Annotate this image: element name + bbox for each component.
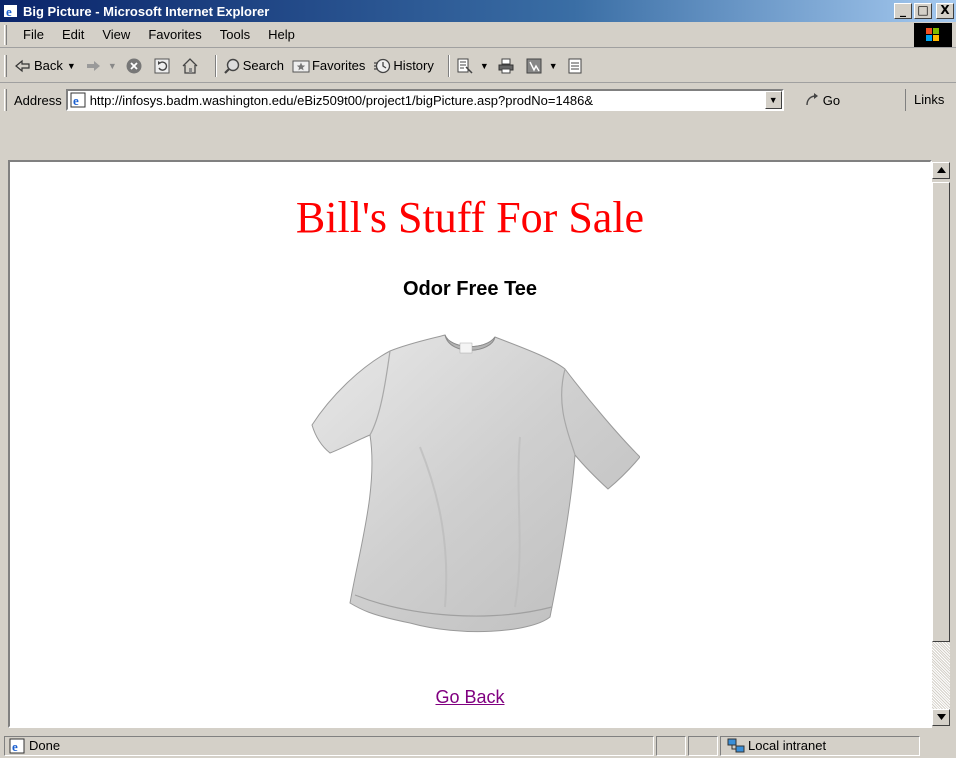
address-input[interactable]: e http://infosys.badm.washington.edu/eBi… xyxy=(65,89,784,111)
refresh-icon xyxy=(153,57,171,75)
toolbar-grip[interactable] xyxy=(4,55,7,77)
toolbar-grip[interactable] xyxy=(4,25,7,45)
back-label: Back xyxy=(34,58,63,73)
forward-arrow-icon xyxy=(84,57,102,75)
home-icon xyxy=(181,57,199,75)
title-bar: e Big Picture - Microsoft Internet Explo… xyxy=(0,0,956,22)
history-icon xyxy=(373,57,391,75)
scrollbar-track[interactable] xyxy=(932,642,950,709)
toolbar-grip[interactable] xyxy=(4,89,7,111)
arrow-down-icon xyxy=(937,714,946,720)
status-text: Done xyxy=(29,738,61,753)
site-title: Bill's Stuff For Sale xyxy=(295,193,645,242)
chevron-down-icon[interactable]: ▼ xyxy=(549,61,558,71)
history-label: History xyxy=(393,58,434,73)
printer-icon xyxy=(497,57,515,75)
menu-file[interactable]: File xyxy=(14,27,53,42)
scroll-down-button[interactable] xyxy=(932,709,950,726)
svg-text:e: e xyxy=(6,4,12,19)
standard-toolbar: Back ▼ ▼ Search Favorites History ▼ ▼ xyxy=(0,49,956,83)
refresh-button[interactable] xyxy=(153,57,173,75)
print-button[interactable] xyxy=(497,57,517,75)
scroll-up-button[interactable] xyxy=(932,162,950,179)
links-toolbar[interactable]: Links xyxy=(905,89,944,111)
address-dropdown-button[interactable]: ▼ xyxy=(764,91,782,109)
stop-icon xyxy=(125,57,143,75)
menu-edit[interactable]: Edit xyxy=(53,27,93,42)
ie-logo-icon: e xyxy=(3,3,19,19)
intranet-icon xyxy=(727,738,745,754)
forward-button[interactable]: ▼ xyxy=(84,57,117,75)
status-cell xyxy=(688,735,718,756)
go-arrow-icon xyxy=(804,92,820,108)
favorites-star-icon xyxy=(292,57,310,75)
back-button[interactable]: Back ▼ xyxy=(14,57,76,75)
page-content: Bill's Stuff For Sale Odor Free Tee Go B… xyxy=(8,160,932,728)
stop-button[interactable] xyxy=(125,57,145,75)
edit-page-icon xyxy=(525,57,543,75)
arrow-up-icon xyxy=(937,167,946,173)
security-zone: Local intranet xyxy=(720,735,920,756)
discuss-button[interactable] xyxy=(566,57,586,75)
toolbar-separator xyxy=(447,54,450,77)
menu-favorites[interactable]: Favorites xyxy=(139,27,210,42)
chevron-down-icon[interactable]: ▼ xyxy=(480,61,489,71)
vertical-scrollbar[interactable] xyxy=(932,160,950,728)
edit-button[interactable]: ▼ xyxy=(525,57,558,75)
mail-button[interactable]: ▼ xyxy=(456,57,489,75)
back-arrow-icon xyxy=(14,57,32,75)
go-label: Go xyxy=(822,92,841,108)
minimize-button[interactable]: _ xyxy=(894,3,912,19)
home-button[interactable] xyxy=(181,57,201,75)
menu-help[interactable]: Help xyxy=(259,27,304,42)
go-back-link[interactable]: Go Back xyxy=(10,687,930,708)
window-title: Big Picture - Microsoft Internet Explore… xyxy=(23,3,270,19)
favorites-label: Favorites xyxy=(311,58,366,73)
ie-page-icon: e xyxy=(70,92,86,108)
status-panel: e Done xyxy=(4,735,654,756)
zone-text: Local intranet xyxy=(748,738,827,753)
status-bar: e Done Local intranet xyxy=(0,733,956,758)
go-button[interactable]: Go xyxy=(804,92,840,108)
product-name: Odor Free Tee xyxy=(402,278,538,300)
address-url[interactable]: http://infosys.badm.washington.edu/eBiz5… xyxy=(90,93,765,108)
favorites-button[interactable]: Favorites xyxy=(292,57,365,75)
product-image xyxy=(300,327,641,647)
address-bar: Address e http://infosys.badm.washington… xyxy=(0,84,956,116)
search-button[interactable]: Search xyxy=(223,57,284,75)
address-label: Address xyxy=(14,92,62,108)
menu-tools[interactable]: Tools xyxy=(211,27,259,42)
document-icon xyxy=(566,57,584,75)
search-label: Search xyxy=(242,58,284,73)
close-button[interactable]: X xyxy=(936,3,954,19)
toolbar-separator xyxy=(214,54,217,77)
mail-icon xyxy=(456,57,474,75)
search-icon xyxy=(223,57,241,75)
history-button[interactable]: History xyxy=(373,57,434,75)
chevron-down-icon[interactable]: ▼ xyxy=(108,61,117,71)
windows-logo-icon xyxy=(914,23,952,47)
maximize-button[interactable]: □ xyxy=(914,3,932,19)
svg-text:e: e xyxy=(73,93,79,108)
menu-bar: File Edit View Favorites Tools Help xyxy=(0,22,956,48)
menu-view[interactable]: View xyxy=(93,27,139,42)
scrollbar-thumb[interactable] xyxy=(932,182,950,642)
ie-page-icon: e xyxy=(9,738,25,754)
status-cell xyxy=(656,735,686,756)
chevron-down-icon[interactable]: ▼ xyxy=(67,61,76,71)
svg-text:e: e xyxy=(12,739,18,754)
